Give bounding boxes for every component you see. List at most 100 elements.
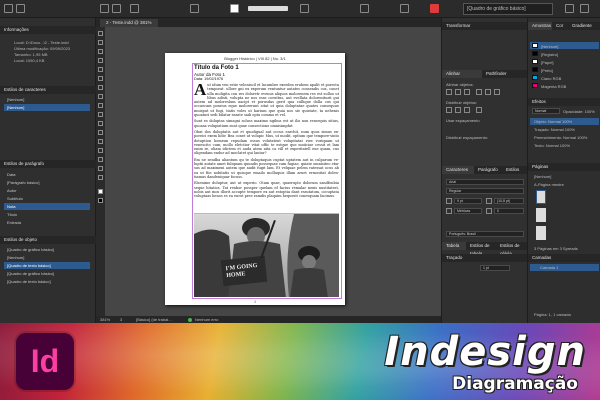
- distribute-center-icon[interactable]: [455, 107, 461, 113]
- fill-color-icon[interactable]: [98, 189, 103, 194]
- page-master-item[interactable]: A-Página mestre: [534, 182, 564, 187]
- paragraph-style-item[interactable]: Data: [4, 171, 90, 178]
- leading-field[interactable]: (10,8 pt): [494, 198, 524, 204]
- reference-point-icon[interactable]: [130, 4, 139, 13]
- page-tool[interactable]: [98, 49, 103, 54]
- gradient-tool[interactable]: [98, 139, 103, 144]
- transform-panel-header[interactable]: Transformar: [442, 22, 528, 30]
- effect-row[interactable]: Preenchimento: Normal 100%: [534, 135, 587, 140]
- layer-item[interactable]: Camada 1: [540, 265, 558, 270]
- align-tab[interactable]: Alinhar: [442, 70, 482, 78]
- distribute-bottom-icon[interactable]: [464, 107, 470, 113]
- stroke-weight-field[interactable]: [248, 6, 288, 11]
- opacity-field[interactable]: Opacidade: 100%: [563, 109, 595, 114]
- object-styles-header[interactable]: Estilos de objeto: [0, 236, 96, 244]
- paragraph-style-item[interactable]: Subtítulo: [4, 195, 90, 202]
- note-tool[interactable]: [98, 148, 103, 153]
- article-title[interactable]: Título da Foto 1: [194, 65, 239, 71]
- stroke-weight-field[interactable]: 1 pt: [480, 265, 510, 271]
- rotate-icon[interactable]: [190, 4, 199, 13]
- swatches-tab[interactable]: Amostras: [528, 22, 552, 30]
- direct-selection-tool[interactable]: [98, 40, 103, 45]
- document-page[interactable]: Blogger Histórico | VIII 82 | No. 3/1 Tí…: [165, 53, 345, 305]
- workspace-icon[interactable]: [565, 4, 574, 13]
- object-style-item[interactable]: [Quadro de gráfico básico]: [4, 270, 90, 277]
- document-tab[interactable]: 2 - Teste.indd @ 381%: [100, 19, 158, 27]
- distribute-top-icon[interactable]: [446, 107, 452, 113]
- stroke-style-icon[interactable]: [300, 4, 309, 13]
- character-styles-header[interactable]: Estilos de caracteres: [0, 86, 96, 94]
- font-size-field[interactable]: 9 pt: [454, 198, 482, 204]
- object-style-item-selected[interactable]: [Quadro de texto básico]: [4, 262, 90, 269]
- paragraph-style-item-selected[interactable]: Nota: [4, 203, 90, 210]
- kerning-field[interactable]: Métricas: [454, 208, 482, 214]
- swatch-item[interactable]: [Papel]: [541, 60, 553, 65]
- rectangle-frame-tool[interactable]: [98, 103, 103, 108]
- page-thumbnail[interactable]: [536, 208, 546, 222]
- page-thumbnail[interactable]: [536, 190, 546, 204]
- character-tab[interactable]: Caracteres: [442, 166, 474, 174]
- page-thumbnail[interactable]: [536, 226, 546, 240]
- effects-panel-header[interactable]: Efeitos: [528, 98, 600, 106]
- paragraph-style-item[interactable]: [Parágrafo básico]: [4, 179, 90, 186]
- effect-row[interactable]: Traçado: Normal 100%: [534, 127, 575, 132]
- swatch-item[interactable]: Ciano RGB: [541, 76, 561, 81]
- align-top-icon[interactable]: [476, 89, 482, 95]
- blend-mode-select[interactable]: Normal: [532, 108, 560, 114]
- frame-fitting-icon[interactable]: [360, 4, 369, 13]
- object-style-select[interactable]: [Quadro de gráfico básico]: [463, 3, 553, 15]
- cell-styles-tab[interactable]: Estilos de célula: [496, 242, 528, 256]
- paragraph-styles-header[interactable]: Estilos de parágrafo: [0, 160, 96, 168]
- character-style-item-selected[interactable]: [Nenhum]: [4, 104, 90, 111]
- menu-icon[interactable]: [16, 4, 25, 13]
- share-icon[interactable]: [580, 4, 589, 13]
- preflight-errors[interactable]: Nenhum erro: [195, 316, 218, 323]
- home-icon[interactable]: [4, 4, 13, 13]
- table-styles-tab[interactable]: Estilos de tabela: [466, 242, 496, 256]
- object-style-item[interactable]: [Nenhum]: [4, 254, 90, 261]
- effect-row[interactable]: Texto: Normal 100%: [534, 143, 570, 148]
- swatch-item[interactable]: Magenta RGB: [541, 84, 566, 89]
- hand-tool[interactable]: [98, 166, 103, 171]
- swatch-item[interactable]: [Nenhum]: [541, 44, 558, 49]
- color-tab[interactable]: Cor: [552, 22, 568, 30]
- pages-panel-header[interactable]: Páginas: [528, 163, 600, 171]
- gap-tool[interactable]: [98, 58, 103, 63]
- zoom-tool[interactable]: [98, 175, 103, 180]
- distribute-left-icon[interactable]: [476, 107, 482, 113]
- align-center-icon[interactable]: [455, 89, 461, 95]
- pathfinder-tab[interactable]: Pathfinder: [482, 70, 528, 78]
- running-head[interactable]: Blogger Histórico | VIII 82 | No. 3/1: [165, 56, 345, 61]
- tracking-field[interactable]: 0: [494, 208, 524, 214]
- paragraph-style-item[interactable]: Título: [4, 211, 90, 218]
- selection-tool[interactable]: [98, 31, 103, 36]
- line-tool[interactable]: [98, 76, 103, 81]
- current-page[interactable]: 3: [120, 316, 122, 323]
- pencil-tool[interactable]: [98, 94, 103, 99]
- stroke-color-icon[interactable]: [98, 198, 103, 203]
- paragraph-tab[interactable]: Parágrafo: [474, 166, 502, 174]
- direct-selection-icon[interactable]: [112, 4, 121, 13]
- styles-tab[interactable]: Estilos: [502, 166, 528, 174]
- fill-swatch-icon[interactable]: [230, 4, 239, 13]
- scissors-tool[interactable]: [98, 121, 103, 126]
- rectangle-tool[interactable]: [98, 112, 103, 117]
- pen-tool[interactable]: [98, 85, 103, 90]
- info-panel-header[interactable]: Informações: [0, 26, 96, 34]
- font-family-select[interactable]: Arial: [446, 179, 524, 185]
- swatch-item[interactable]: [Registro]: [541, 52, 558, 57]
- page-master-item[interactable]: [Nenhum]: [534, 174, 551, 179]
- selection-tool-icon[interactable]: [100, 4, 109, 13]
- align-bottom-icon[interactable]: [494, 89, 500, 95]
- article-date[interactable]: Data: 19/02/1976: [194, 77, 223, 81]
- preflight-profile[interactable]: [Básico] (de trabal...: [136, 316, 172, 323]
- font-style-select[interactable]: Regular: [446, 188, 524, 194]
- layers-panel-header[interactable]: Camadas: [528, 254, 600, 262]
- free-transform-tool[interactable]: [98, 130, 103, 135]
- align-right-icon[interactable]: [464, 89, 470, 95]
- paragraph-style-item[interactable]: Autor: [4, 187, 90, 194]
- type-tool[interactable]: [98, 67, 103, 72]
- zoom-level[interactable]: 381%: [100, 316, 110, 323]
- body-text-frame[interactable]: A ut idum ven estie veleniscil et lacumb…: [194, 83, 339, 212]
- align-middle-icon[interactable]: [485, 89, 491, 95]
